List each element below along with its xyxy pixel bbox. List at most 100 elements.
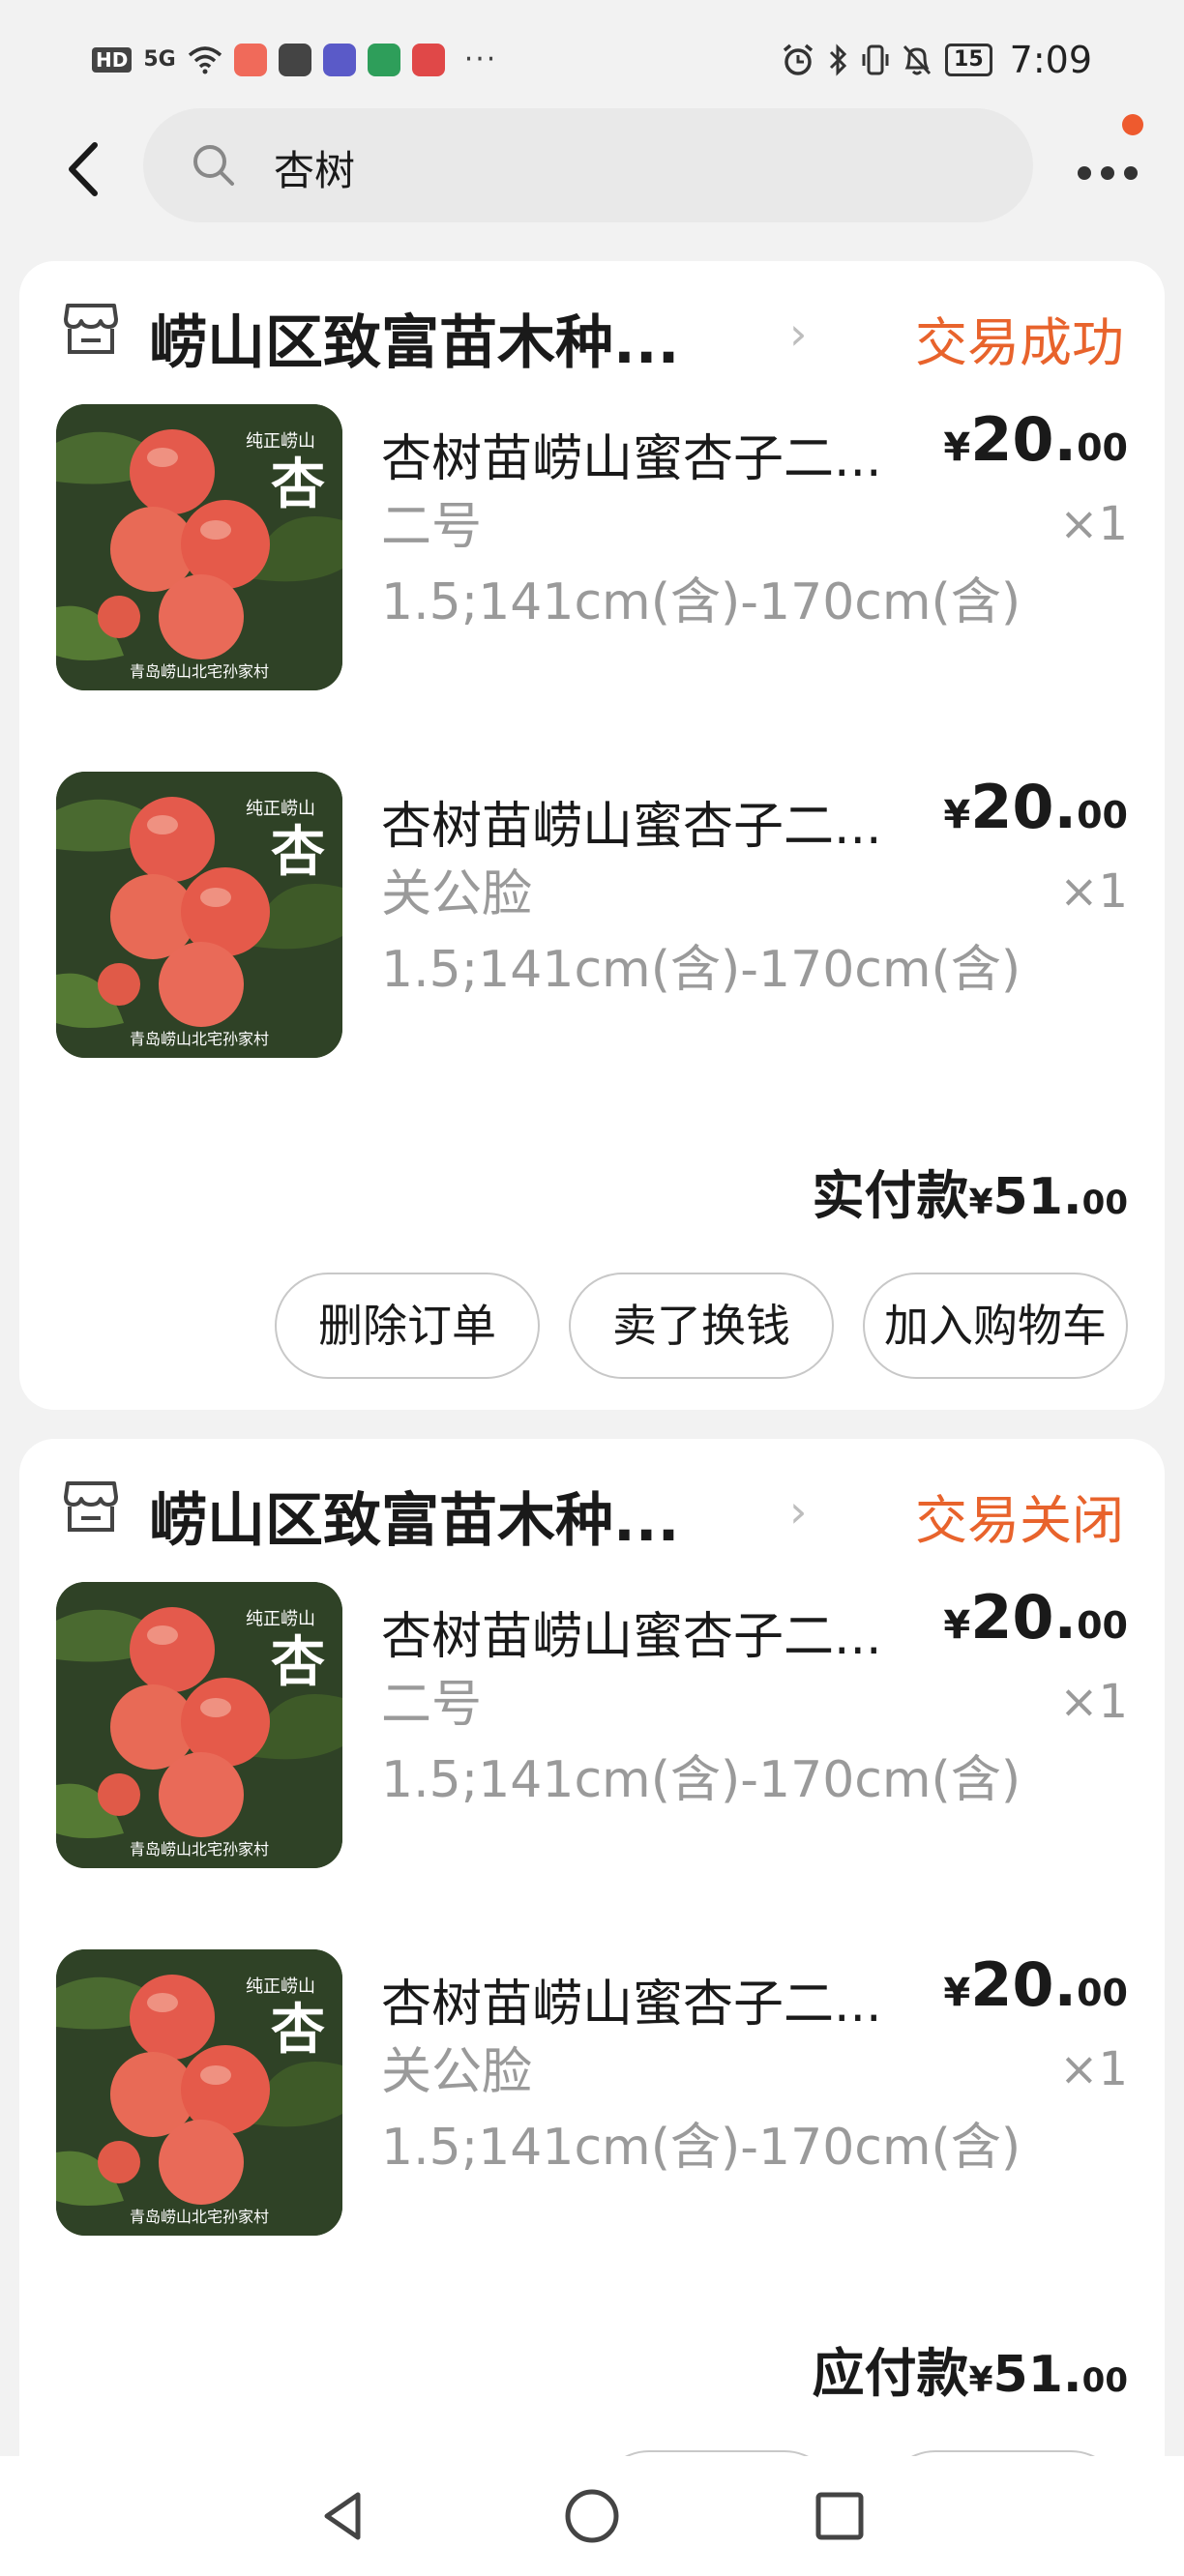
total-decimal: 00	[1081, 2361, 1128, 2400]
price-currency: ¥	[943, 1603, 971, 1648]
item-price: ¥20.00	[943, 1949, 1128, 2020]
wifi-icon	[188, 45, 222, 73]
shop-name[interactable]: 崂山区致富苗木种...	[149, 1474, 679, 1558]
chevron-left-icon	[69, 142, 98, 196]
app-notification-icon-1	[233, 43, 267, 76]
notification-badge	[1122, 114, 1143, 135]
product-spec: 关公脸 1.5;141cm(含)-170cm(含)	[381, 2034, 1021, 2185]
shop-name[interactable]: 崂山区致富苗木种...	[149, 296, 679, 380]
product-size: 1.5;141cm(含)-170cm(含)	[381, 573, 1021, 631]
more-notifications-icon: ···	[463, 43, 498, 76]
image-caption-bottom: 青岛崂山北宅孙家村	[130, 2208, 269, 2226]
more-options-button[interactable]	[1074, 145, 1141, 203]
product-variant: 二号	[381, 1676, 483, 1734]
image-caption-top: 纯正崂山	[246, 431, 315, 452]
status-bar-left: HD 5G ···	[92, 43, 497, 76]
order-status: 交易成功	[915, 312, 1124, 373]
order-item[interactable]: 纯正崂山 杏 青岛崂山北宅孙家村 杏树苗崂山蜜杏子二... 关公脸 1.5;14…	[19, 772, 1165, 1139]
image-caption-top: 纯正崂山	[246, 799, 315, 819]
price-integer: 20.	[970, 1582, 1078, 1653]
clock-time: 7:09	[1009, 39, 1092, 81]
product-image[interactable]: 纯正崂山 杏 青岛崂山北宅孙家村	[56, 1949, 342, 2236]
search-input[interactable]: 杏树	[143, 108, 1033, 222]
total-label: 实付款	[812, 1165, 969, 1226]
square-recents-icon	[815, 2492, 864, 2540]
chevron-right-icon[interactable]: ›	[789, 307, 807, 360]
total-integer: 51.	[992, 2346, 1082, 2404]
order-card[interactable]: 崂山区致富苗木种... › 交易关闭 纯正崂山 杏 青岛崂山北宅孙家村 杏树苗崂…	[19, 1439, 1165, 2576]
mute-bell-icon	[903, 44, 932, 75]
order-card[interactable]: 崂山区致富苗木种... › 交易成功 纯正崂山 杏 青岛崂山北宅孙家村 杏树苗崂…	[19, 261, 1165, 1410]
shop-icon	[64, 1481, 118, 1532]
image-caption-bottom: 青岛崂山北宅孙家村	[130, 1030, 269, 1048]
price-decimal: 00	[1077, 1972, 1128, 2014]
circle-home-icon	[565, 2489, 619, 2543]
app-notification-icon-5	[411, 43, 445, 76]
item-quantity: ×1	[1059, 864, 1128, 919]
hd-indicator: HD	[92, 46, 133, 73]
price-decimal: 00	[1077, 794, 1128, 836]
product-title[interactable]: 杏树苗崂山蜜杏子二...	[381, 1963, 882, 2035]
back-button[interactable]	[56, 135, 114, 203]
total-currency: ¥	[968, 1183, 993, 1222]
order-total: 实付款¥51.00	[812, 1153, 1128, 1229]
add-to-cart-button[interactable]: 加入购物车	[863, 1273, 1128, 1379]
battery-icon: 15	[945, 44, 992, 76]
product-size: 1.5;141cm(含)-170cm(含)	[381, 1751, 1021, 1809]
nav-home-button[interactable]	[561, 2485, 623, 2547]
total-decimal: 00	[1081, 1184, 1128, 1222]
order-header: 崂山区致富苗木种... › 交易成功	[19, 261, 1165, 396]
item-price: ¥20.00	[943, 404, 1128, 475]
order-total: 应付款¥51.00	[812, 2330, 1128, 2407]
signal-icon: 5G	[143, 47, 176, 72]
product-spec: 二号 1.5;141cm(含)-170cm(含)	[381, 489, 1021, 640]
product-title[interactable]: 杏树苗崂山蜜杏子二...	[381, 418, 882, 490]
image-caption-top: 纯正崂山	[246, 1976, 315, 1997]
price-integer: 20.	[970, 772, 1078, 842]
item-quantity: ×1	[1059, 497, 1128, 551]
product-size: 1.5;141cm(含)-170cm(含)	[381, 2119, 1021, 2177]
image-character: 杏	[271, 821, 325, 884]
delete-order-button[interactable]: 删除订单	[275, 1273, 540, 1379]
price-decimal: 00	[1077, 1604, 1128, 1647]
product-size: 1.5;141cm(含)-170cm(含)	[381, 941, 1021, 999]
chevron-right-icon[interactable]: ›	[789, 1485, 807, 1537]
nav-back-button[interactable]	[313, 2485, 375, 2547]
item-price: ¥20.00	[943, 1582, 1128, 1653]
product-variant: 关公脸	[381, 865, 533, 923]
product-title[interactable]: 杏树苗崂山蜜杏子二...	[381, 1595, 882, 1668]
triangle-back-icon	[324, 2492, 361, 2540]
more-dots-icon	[1101, 166, 1114, 180]
product-image[interactable]: 纯正崂山 杏 青岛崂山北宅孙家村	[56, 1582, 342, 1868]
product-image[interactable]: 纯正崂山 杏 青岛崂山北宅孙家村	[56, 772, 342, 1058]
item-quantity: ×1	[1059, 1675, 1128, 1729]
more-dots-icon	[1124, 166, 1138, 180]
shop-icon	[64, 304, 118, 354]
product-variant: 二号	[381, 498, 483, 556]
product-title[interactable]: 杏树苗崂山蜜杏子二...	[381, 785, 882, 858]
order-item[interactable]: 纯正崂山 杏 青岛崂山北宅孙家村 杏树苗崂山蜜杏子二... 二号 1.5;141…	[19, 404, 1165, 772]
order-status: 交易关闭	[915, 1490, 1124, 1551]
product-image[interactable]: 纯正崂山 杏 青岛崂山北宅孙家村	[56, 404, 342, 690]
order-item[interactable]: 纯正崂山 杏 青岛崂山北宅孙家村 杏树苗崂山蜜杏子二... 二号 1.5;141…	[19, 1582, 1165, 1949]
image-caption-top: 纯正崂山	[246, 1609, 315, 1629]
item-quantity: ×1	[1059, 2042, 1128, 2096]
price-currency: ¥	[943, 425, 971, 470]
resell-button[interactable]: 卖了换钱	[569, 1273, 834, 1379]
app-notification-icon-4	[367, 43, 400, 76]
search-query: 杏树	[274, 147, 356, 194]
price-integer: 20.	[970, 1949, 1078, 2020]
alarm-icon	[783, 44, 814, 75]
image-character: 杏	[271, 1999, 325, 2062]
price-decimal: 00	[1077, 426, 1128, 469]
bluetooth-icon	[829, 44, 847, 76]
order-item[interactable]: 纯正崂山 杏 青岛崂山北宅孙家村 杏树苗崂山蜜杏子二... 关公脸 1.5;14…	[19, 1949, 1165, 2317]
total-integer: 51.	[992, 1168, 1082, 1226]
image-caption-bottom: 青岛崂山北宅孙家村	[130, 1840, 269, 1859]
price-integer: 20.	[970, 404, 1078, 475]
system-nav-bar	[0, 2456, 1184, 2576]
search-icon	[193, 145, 234, 186]
image-character: 杏	[271, 454, 325, 516]
app-notification-icon-2	[278, 43, 311, 76]
nav-recents-button[interactable]	[809, 2485, 871, 2547]
